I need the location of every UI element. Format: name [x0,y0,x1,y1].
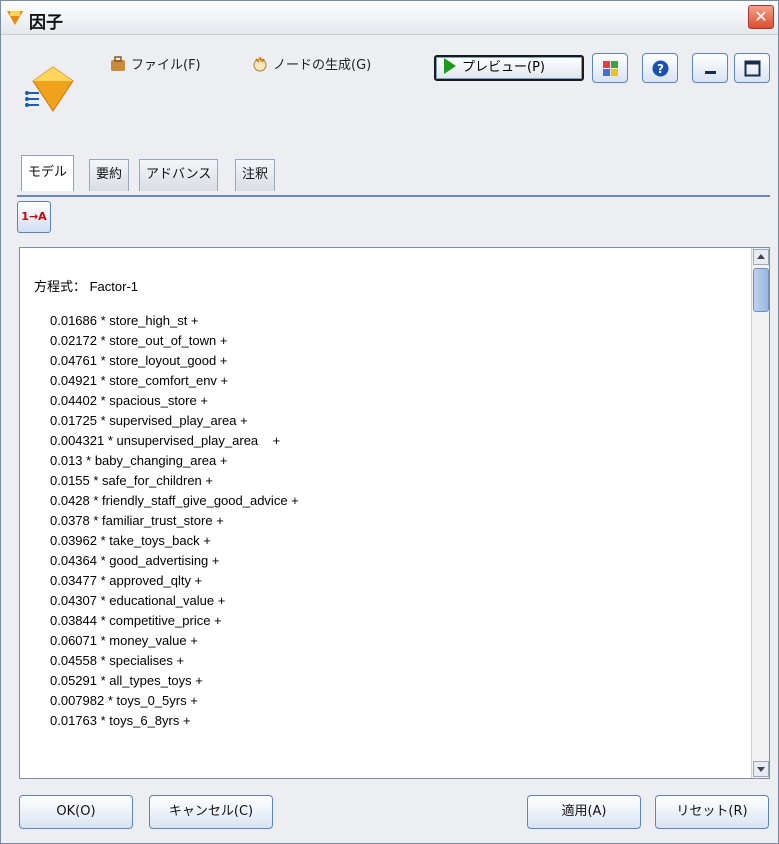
equation-term: 0.0428 * friendly_staff_give_good_advice… [50,493,299,508]
cancel-button[interactable]: キャンセル(C) [149,795,273,829]
equation-term: 0.01763 * toys_6_8yrs + [50,713,191,728]
scrollbar-thumb[interactable] [753,268,769,312]
help-icon: ? [652,60,669,77]
ok-button[interactable]: OK(O) [19,795,133,829]
equation-term: 0.04364 * good_advertising + [50,553,220,568]
equation-term: 0.04921 * store_comfort_env + [50,373,229,388]
apply-button[interactable]: 適用(A) [527,795,641,829]
preview-button-label: プレビュー(P) [462,60,545,75]
toolbar: ファイル(F) ノードの生成(G) プレビュー(P) ? [1,35,778,151]
help-button[interactable]: ? [642,53,678,83]
file-bag-icon [111,56,125,71]
equation-term: 0.04761 * store_loyout_good + [50,353,228,368]
maximize-icon [744,60,761,77]
output-settings-button[interactable] [592,53,628,83]
generate-hand-icon [253,56,267,72]
equation-term: 0.013 * baby_changing_area + [50,453,228,468]
tab-model[interactable]: モデル [21,155,75,191]
model-nugget-icon [7,11,23,25]
title-bar[interactable]: 因子 ✕ [1,1,778,35]
play-icon [444,58,456,74]
scroll-up-arrow-icon[interactable] [753,249,769,265]
equation-term: 0.03477 * approved_qlty + [50,573,203,588]
equation-term: 0.01725 * supervised_play_area + [50,413,248,428]
generate-menu[interactable]: ノードの生成(G) [251,53,371,79]
equation-term: 0.02172 * store_out_of_town + [50,333,228,348]
minimize-icon [705,71,716,74]
sort-button[interactable]: 1→A [17,201,51,233]
minimize-button[interactable] [692,53,728,83]
vertical-scrollbar[interactable] [751,248,769,778]
generate-menu-label: ノードの生成(G) [273,58,372,73]
factor-dialog-window: 因子 ✕ ファイル(F) ノードの生成(G) プレビュー(P) ? モデル 要約… [0,0,779,844]
tab-summary[interactable]: 要約 [89,159,130,191]
equation-term: 0.0155 * safe_for_children + [50,473,213,488]
equation-term: 0.004321 * unsupervised_play_area + [50,433,281,448]
equation-term: 0.007982 * toys_0_5yrs + [50,693,198,708]
equation-term: 0.03844 * competitive_price + [50,613,222,628]
model-tab-panel: 1→A 方程式： Factor-1 0.01686 * store_high_s… [17,197,770,785]
maximize-button[interactable] [734,53,770,83]
preview-button[interactable]: プレビュー(P) [434,55,584,81]
factor-node-icon [25,66,74,112]
tab-advanced[interactable]: アドバンス [139,159,219,191]
equation-term: 0.03962 * take_toys_back + [50,533,211,548]
window-title: 因子 [29,13,63,33]
equation-term: 0.04307 * educational_value + [50,593,226,608]
dialog-footer: OK(O) キャンセル(C) 適用(A) リセット(R) [1,791,778,843]
svg-text:?: ? [657,62,664,76]
close-button[interactable]: ✕ [748,5,774,29]
equation-text-area[interactable]: 方程式： Factor-1 0.01686 * store_high_st + … [19,247,770,779]
equation-content: 方程式： Factor-1 0.01686 * store_high_st + … [34,272,749,731]
grid-settings-icon [603,61,618,76]
file-menu[interactable]: ファイル(F) [109,53,201,79]
tab-annotations[interactable]: 注釈 [235,159,276,191]
equation-term: 0.0378 * familiar_trust_store + [50,513,224,528]
equation-term: 0.01686 * store_high_st + [50,313,199,328]
equation-label: 方程式： Factor-1 [34,279,139,294]
file-menu-label: ファイル(F) [131,58,201,73]
equation-term: 0.04558 * specialises + [50,653,185,668]
reset-button[interactable]: リセット(R) [655,795,769,829]
scroll-down-arrow-icon[interactable] [753,761,769,777]
equation-term: 0.04402 * spacious_store + [50,393,208,408]
equation-term: 0.06071 * money_value + [50,633,198,648]
equation-term: 0.05291 * all_types_toys + [50,673,203,688]
